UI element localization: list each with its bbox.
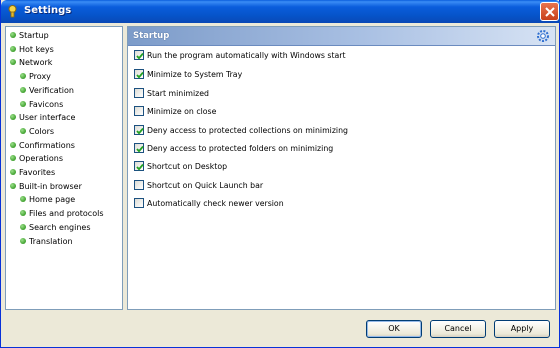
cancel-button[interactable]: Cancel [430, 320, 486, 338]
checkmark-icon [136, 71, 144, 79]
checkmark-icon [136, 163, 144, 171]
option-label: Shortcut on Quick Launch bar [147, 181, 264, 190]
tree-item-favicons[interactable]: Favicons [20, 98, 63, 111]
section-header: Startup [128, 27, 555, 46]
checkbox[interactable] [134, 198, 144, 208]
option-label: Minimize on close [147, 107, 217, 116]
checkbox[interactable] [134, 143, 144, 153]
tree-item-verification[interactable]: Verification [20, 84, 74, 97]
checkmark-icon [136, 52, 144, 60]
option-label: Run the program automatically with Windo… [147, 51, 346, 60]
tree-item-translation[interactable]: Translation [20, 235, 73, 248]
option-row[interactable]: Automatically check newer version [134, 198, 284, 211]
tree-item-confirmations[interactable]: Confirmations [10, 139, 75, 152]
option-row[interactable]: Deny access to protected collections on … [134, 125, 348, 138]
title-bar[interactable]: Settings [1, 0, 560, 23]
ok-button[interactable]: OK [366, 320, 422, 338]
tree-item-search-engines[interactable]: Search engines [20, 221, 90, 234]
option-label: Minimize to System Tray [147, 70, 243, 79]
tree-item-label: Operations [19, 154, 63, 164]
checkbox[interactable] [134, 125, 144, 135]
option-row[interactable]: Deny access to protected folders on mini… [134, 143, 333, 156]
checkbox[interactable] [134, 161, 144, 171]
bullet-icon [10, 141, 16, 148]
settings-window: Settings Startup Hot keys Network Proxy Veri… [0, 0, 560, 348]
checkbox[interactable] [134, 180, 144, 190]
tree-item-label: Favicons [29, 99, 64, 109]
bullet-icon [20, 86, 26, 93]
tree-item-colors[interactable]: Colors [20, 125, 54, 138]
bullet-icon [10, 182, 16, 189]
option-row[interactable]: Start minimized [134, 88, 209, 101]
tree-item-hot-keys[interactable]: Hot keys [10, 43, 54, 56]
settings-content: Startup Run the program automatically wi… [127, 26, 556, 310]
bullet-icon [20, 127, 26, 134]
tree-item-label: Colors [29, 126, 55, 136]
option-row[interactable]: Shortcut on Desktop [134, 161, 227, 174]
option-label: Start minimized [147, 89, 209, 98]
option-label: Automatically check newer version [147, 199, 284, 208]
option-row[interactable]: Minimize to System Tray [134, 69, 242, 82]
tree-item-files-and-protocols[interactable]: Files and protocols [20, 207, 104, 220]
checkbox[interactable] [134, 106, 144, 116]
bullet-icon [10, 59, 16, 66]
tree-item-proxy[interactable]: Proxy [20, 70, 51, 83]
option-row[interactable]: Shortcut on Quick Launch bar [134, 180, 263, 193]
tree-item-label: Translation [29, 236, 73, 246]
bullet-icon [10, 114, 16, 121]
bullet-icon [20, 237, 26, 244]
tree-item-network[interactable]: Network [10, 56, 52, 69]
close-icon [545, 7, 555, 17]
tree-item-label: Network [19, 58, 53, 68]
checkmark-icon [136, 145, 144, 153]
app-icon [8, 5, 17, 18]
apply-button[interactable]: Apply [494, 320, 550, 338]
checkbox[interactable] [134, 50, 144, 60]
bullet-icon [20, 100, 26, 107]
tree-item-favorites[interactable]: Favorites [10, 166, 55, 179]
window-title: Settings [24, 5, 72, 16]
tree-item-label: Search engines [29, 222, 91, 232]
option-label: Deny access to protected collections on … [147, 126, 348, 135]
tree-item-label: User interface [19, 113, 76, 123]
checkmark-icon [136, 127, 144, 135]
close-button[interactable] [540, 2, 559, 21]
bullet-icon [20, 196, 26, 203]
tree-item-built-in-browser[interactable]: Built-in browser [10, 180, 82, 193]
tree-item-label: Confirmations [19, 140, 75, 150]
option-label: Shortcut on Desktop [147, 162, 228, 171]
option-row[interactable]: Run the program automatically with Windo… [134, 50, 346, 63]
tree-item-home-page[interactable]: Home page [20, 193, 75, 206]
section-title: Startup [133, 31, 170, 41]
tree-item-label: Files and protocols [29, 209, 104, 219]
option-label: Deny access to protected folders on mini… [147, 144, 334, 153]
tree-item-label: Home page [29, 195, 76, 205]
bullet-icon [10, 169, 16, 175]
tree-item-label: Startup [19, 31, 49, 40]
tree-item-label: Proxy [29, 72, 51, 82]
checkbox[interactable] [134, 88, 144, 98]
settings-tree[interactable]: Startup Hot keys Network Proxy Verification F… [5, 26, 123, 310]
bullet-icon [20, 73, 26, 80]
gear-icon[interactable] [536, 29, 550, 43]
tree-item-label: Hot keys [19, 44, 54, 54]
option-row[interactable]: Minimize on close [134, 106, 216, 119]
tree-item-user-interface[interactable]: User interface [10, 111, 75, 124]
checkbox[interactable] [134, 69, 144, 79]
tree-item-startup[interactable]: Startup [10, 29, 49, 42]
bullet-icon [20, 210, 26, 217]
bullet-icon [10, 45, 16, 52]
bullet-icon [10, 32, 16, 38]
bullet-icon [20, 223, 26, 230]
bullet-icon [10, 155, 16, 162]
tree-item-label: Built-in browser [19, 181, 82, 191]
tree-item-label: Favorites [19, 168, 56, 177]
tree-item-operations[interactable]: Operations [10, 152, 63, 165]
tree-item-label: Verification [29, 85, 74, 95]
